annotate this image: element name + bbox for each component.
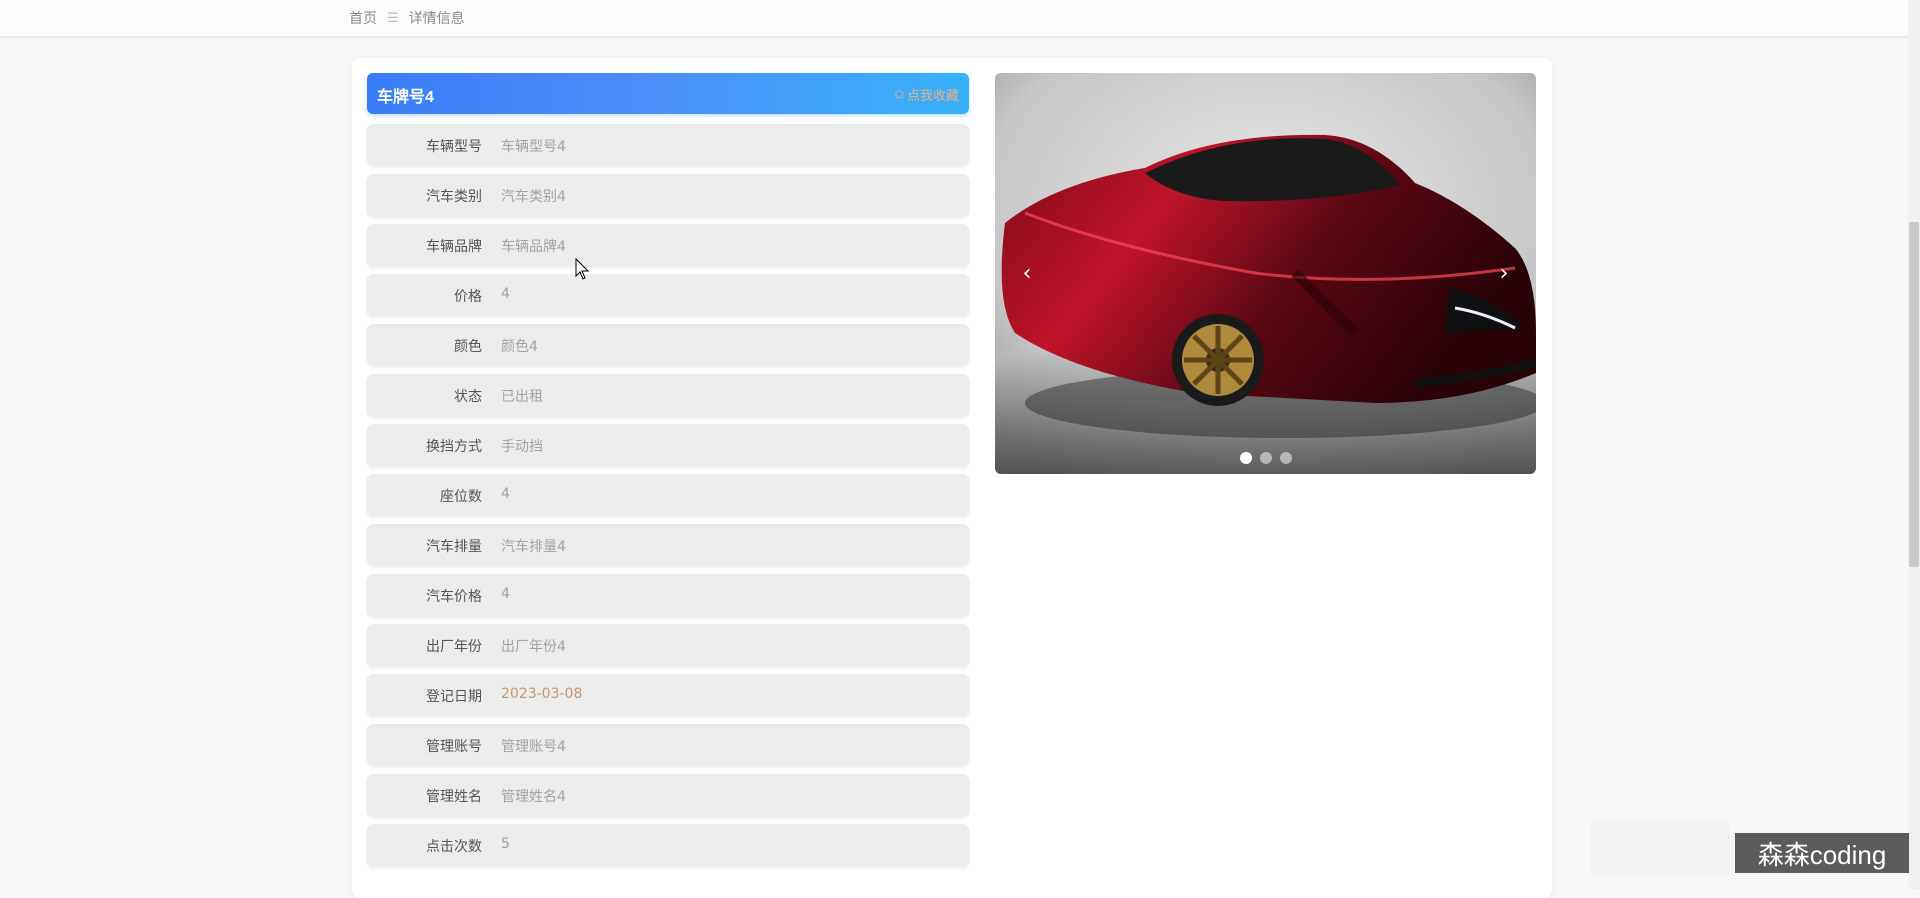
favorite-label: 点我收藏 [906,89,959,104]
field-value: 管理姓名4 [501,789,566,805]
field-row-color: 颜色 颜色4 [367,324,969,366]
field-value: 已出租 [501,389,543,405]
field-row-click-count: 点击次数 5 [367,824,969,866]
carousel-prev-button[interactable]: ‹ [1015,261,1039,286]
field-value: 手动挡 [501,439,543,455]
field-row-seats: 座位数 4 [367,474,969,516]
field-value: 颜色4 [501,339,538,355]
field-row-year: 出厂年份 出厂年份4 [367,624,969,666]
field-value: 4 [501,286,510,302]
title-bar: 车牌号4 ✩ 点我收藏 [367,73,969,114]
carousel-dot[interactable] [1239,452,1252,464]
field-label: 车辆品牌 [426,239,482,255]
field-row-model: 车辆型号 车辆型号4 [367,124,969,166]
field-value: 4 [501,486,510,502]
breadcrumb-separator-icon: ☰ [387,10,399,26]
field-label: 汽车类别 [426,189,482,205]
breadcrumb: 首页 ☰ 详情信息 [349,8,465,28]
field-value: 汽车排量4 [501,539,566,555]
field-label: 管理账号 [426,739,482,755]
field-value: 2023-03-08 [501,686,583,702]
field-row-admin-name: 管理姓名 管理姓名4 [367,774,969,816]
carousel-dot[interactable] [1259,452,1272,464]
field-row-brand: 车辆品牌 车辆品牌4 [367,224,969,266]
field-label: 价格 [454,289,482,305]
breadcrumb-current: 详情信息 [408,11,465,27]
field-value: 出厂年份4 [501,639,566,655]
field-label: 车辆型号 [426,139,482,155]
field-label: 换挡方式 [426,439,482,455]
field-row-price: 价格 4 [367,274,969,316]
top-bar: 首页 ☰ 详情信息 [0,0,1920,37]
field-row-register-date: 登记日期 2023-03-08 [367,674,969,716]
field-label: 座位数 [440,489,482,505]
mouse-cursor-icon [575,258,590,280]
field-row-category: 汽车类别 汽车类别4 [367,174,969,216]
field-label: 点击次数 [426,839,482,855]
field-label: 汽车价格 [426,589,482,605]
field-label: 颜色 [454,339,482,355]
field-label: 管理姓名 [426,789,482,805]
field-row-admin-account: 管理账号 管理账号4 [367,724,969,766]
field-value: 5 [501,836,510,852]
field-value: 4 [501,586,510,602]
field-value: 车辆品牌4 [501,239,566,255]
field-label: 登记日期 [426,689,482,705]
favorite-button[interactable]: ✩ 点我收藏 [893,85,959,105]
car-photo [995,73,1536,474]
scrollbar-thumb[interactable] [1909,222,1919,567]
field-label: 汽车排量 [426,539,482,555]
field-row-displacement: 汽车排量 汽车排量4 [367,524,969,566]
field-value: 车辆型号4 [501,139,566,155]
field-value: 管理账号4 [501,739,566,755]
breadcrumb-home[interactable]: 首页 [349,8,377,28]
carousel-next-button[interactable]: › [1492,261,1516,286]
carousel-dot[interactable] [1279,452,1292,464]
field-label: 状态 [454,389,482,405]
page-title: 车牌号4 [377,89,434,106]
image-carousel[interactable]: ‹ › [995,73,1536,474]
carousel-indicators [995,452,1536,464]
watermark: 森森coding [1735,833,1909,873]
field-value: 汽车类别4 [501,189,566,205]
field-row-transmission: 换挡方式 手动挡 [367,424,969,466]
field-row-status: 状态 已出租 [367,374,969,416]
field-row-car-price: 汽车价格 4 [367,574,969,616]
field-label: 出厂年份 [426,639,482,655]
blurred-area [1590,820,1730,875]
star-outline-icon: ✩ [893,86,905,103]
